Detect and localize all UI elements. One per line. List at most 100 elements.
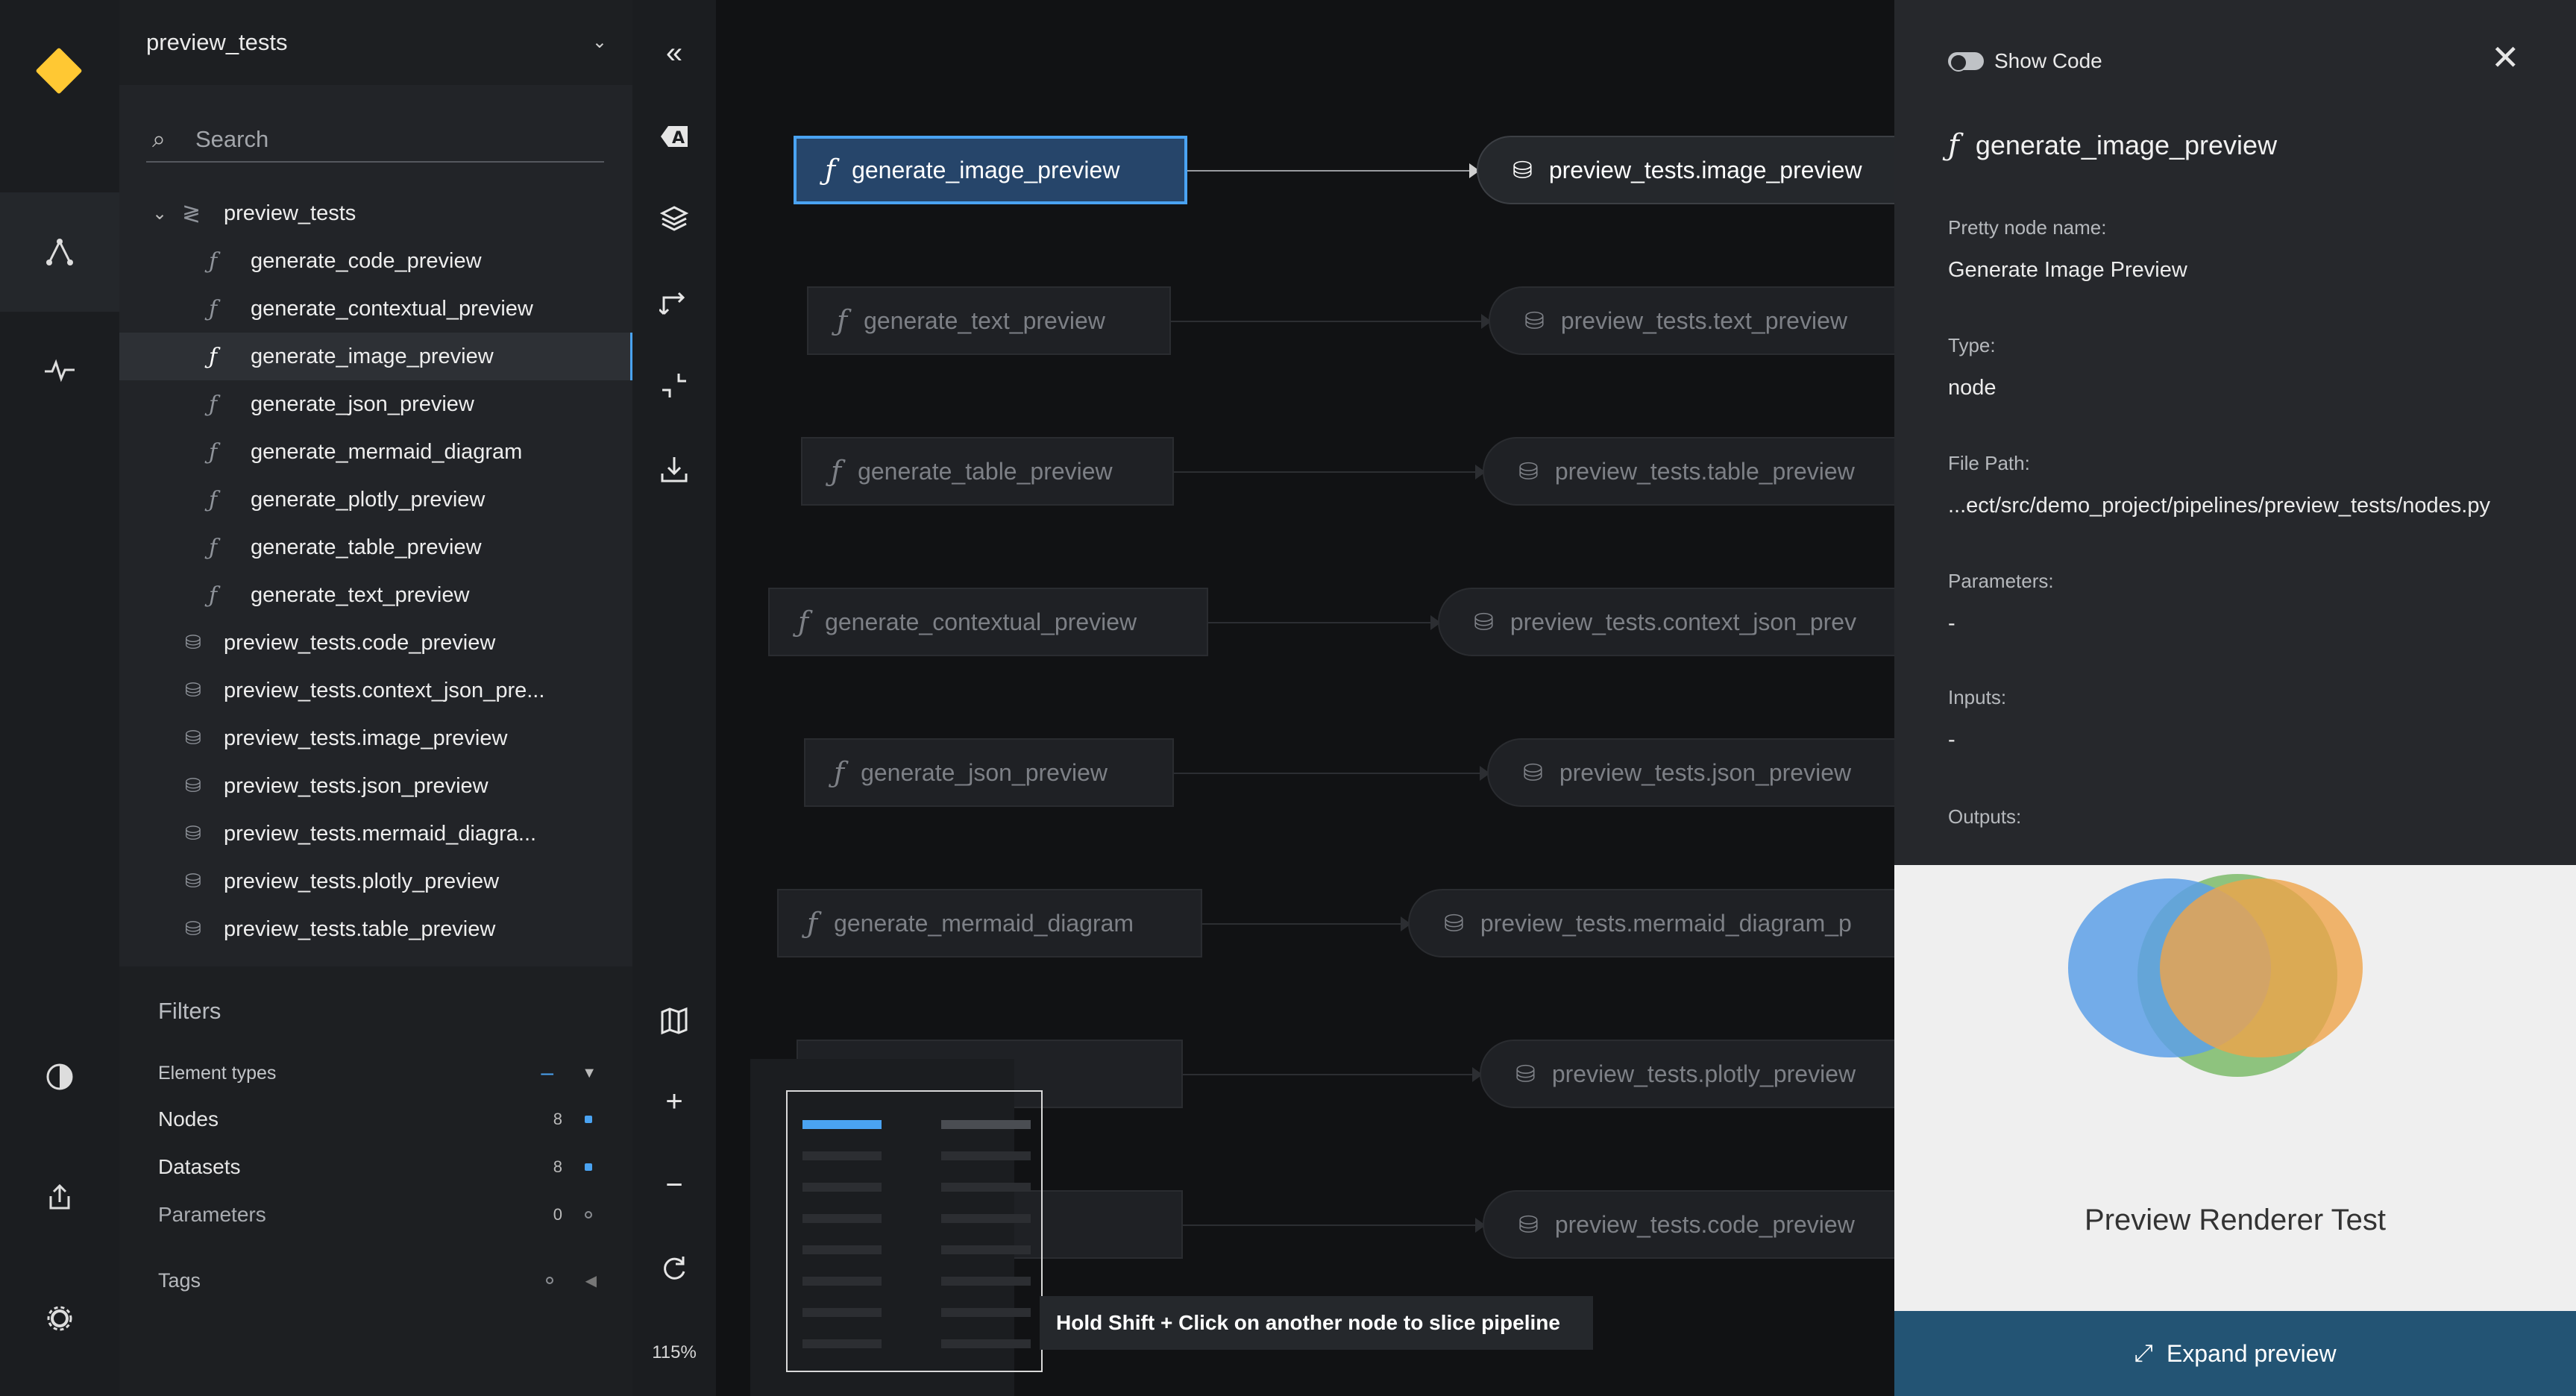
tree-item-dataset[interactable]: ⛁ preview_tests.json_preview — [119, 762, 632, 810]
layers-icon[interactable] — [632, 185, 716, 252]
database-icon: ⛁ — [185, 823, 201, 845]
file-path-label: File Path: — [1948, 452, 2030, 474]
minimap[interactable] — [750, 1059, 1043, 1396]
inputs-label: Inputs: — [1948, 686, 2007, 708]
zoom-out-icon[interactable]: − — [632, 1151, 716, 1219]
chevron-down-icon: ⌄ — [591, 32, 607, 52]
tree-item-dataset[interactable]: ⛁ preview_tests.image_preview — [119, 714, 632, 762]
flowchart-icon[interactable] — [0, 192, 119, 312]
function-node[interactable]: ƒ generate_text_preview — [807, 286, 1171, 355]
function-icon: ƒ — [798, 606, 809, 638]
pretty-name-label: Pretty node name: — [1948, 216, 2107, 239]
dataset-node[interactable]: ⛁ preview_tests.table_preview — [1483, 437, 1894, 506]
filter-datasets-checkbox[interactable] — [585, 1163, 592, 1171]
map-icon-svg — [661, 1007, 688, 1035]
function-node[interactable]: ƒ generate_image_preview — [794, 136, 1187, 204]
dataset-node[interactable]: ⛁ preview_tests.plotly_preview — [1480, 1040, 1894, 1108]
dataset-node[interactable]: ⛁ preview_tests.json_preview — [1487, 738, 1894, 807]
sidebar: preview_tests ⌄ ⌕ ⌄≷preview_testsƒgenera… — [119, 0, 632, 1396]
tree-item-function[interactable]: ƒ generate_text_preview — [119, 571, 632, 619]
tree-item-dataset[interactable]: ⛁ preview_tests.mermaid_diagra... — [119, 810, 632, 858]
reset-zoom-icon[interactable] — [632, 1235, 716, 1302]
download-icon[interactable] — [632, 436, 716, 503]
collapse-caret-icon: ▼ — [582, 1064, 597, 1081]
tree-root[interactable]: ⌄ ≷ preview_tests — [119, 189, 632, 237]
search-input[interactable] — [195, 126, 583, 153]
export-icon[interactable] — [0, 1138, 119, 1257]
minimap-dataset-bar — [941, 1245, 1031, 1254]
tree-item-function[interactable]: ƒ generate_contextual_preview — [119, 285, 632, 333]
panel-title: ƒ generate_image_preview — [1948, 128, 2277, 163]
element-types-label: Element types — [158, 1062, 277, 1084]
collapse-sidebar-icon[interactable]: « — [632, 19, 716, 87]
filter-nodes-checkbox[interactable] — [585, 1116, 592, 1123]
dataset-node[interactable]: ⛁ preview_tests.mermaid_diagram_p — [1408, 889, 1894, 958]
show-code-label: Show Code — [1994, 49, 2102, 72]
tree-root-label: preview_tests — [224, 201, 356, 225]
zoom-level: 115% — [652, 1342, 697, 1362]
filter-parameters-checkbox[interactable] — [585, 1211, 592, 1219]
function-node[interactable]: ƒ generate_json_preview — [804, 738, 1174, 807]
dataset-node[interactable]: ⛁ preview_tests.image_preview — [1477, 136, 1894, 204]
tree-item-dataset[interactable]: ⛁ preview_tests.code_preview — [119, 619, 632, 667]
tree-item-label: generate_table_preview — [251, 535, 482, 559]
tree-item-dataset[interactable]: ⛁ preview_tests.table_preview — [119, 905, 632, 953]
element-types-header[interactable]: Element types – ▼ — [158, 1054, 606, 1092]
tags-checkbox[interactable] — [546, 1277, 553, 1284]
minimap-toggle-icon[interactable] — [632, 987, 716, 1054]
filter-datasets-label: Datasets — [158, 1155, 241, 1178]
function-node[interactable]: ƒ generate_mermaid_diagram — [777, 889, 1202, 958]
expand-preview-button[interactable]: ⤢ Expand preview — [1894, 1311, 2576, 1396]
collapse-icon-svg — [662, 374, 686, 397]
minimap-viewport[interactable] — [786, 1090, 1043, 1372]
tree-item-function[interactable]: ƒ generate_code_preview — [119, 237, 632, 285]
function-node[interactable]: ƒ generate_table_preview — [801, 437, 1174, 506]
function-icon: ƒ — [209, 582, 218, 609]
chevron-down-icon[interactable]: ⌄ — [152, 203, 167, 224]
function-icon: ƒ — [209, 248, 218, 274]
edge — [1183, 1218, 1486, 1233]
function-node[interactable]: ƒ generate_contextual_preview — [768, 588, 1208, 656]
tree-item-function[interactable]: ƒ generate_table_preview — [119, 524, 632, 571]
tree-item-dataset[interactable]: ⛁ preview_tests.context_json_pre... — [119, 667, 632, 714]
database-icon: ⛁ — [1474, 608, 1494, 636]
collapse-pipelines-icon[interactable] — [632, 352, 716, 419]
database-icon: ⛁ — [185, 679, 201, 702]
dataset-node[interactable]: ⛁ preview_tests.text_preview — [1489, 286, 1894, 355]
settings-icon[interactable] — [0, 1259, 119, 1378]
dataset-node-label: preview_tests.mermaid_diagram_p — [1480, 909, 1852, 937]
theme-toggle-icon[interactable] — [0, 1017, 119, 1136]
minimap-function-bar — [802, 1308, 882, 1317]
edge — [1187, 163, 1480, 178]
dataset-node[interactable]: ⛁ preview_tests.code_preview — [1483, 1190, 1894, 1259]
minimap-dataset-bar — [941, 1339, 1031, 1348]
tree-item-function[interactable]: ƒ generate_mermaid_diagram — [119, 428, 632, 476]
layers-icon-svg — [660, 206, 688, 231]
experiment-tracking-icon[interactable] — [0, 310, 119, 430]
show-code-toggle[interactable] — [1948, 52, 1984, 72]
filter-nodes-label: Nodes — [158, 1107, 219, 1131]
tree-item-label: preview_tests.table_preview — [224, 916, 496, 941]
tree-item-dataset[interactable]: ⛁ preview_tests.plotly_preview — [119, 858, 632, 905]
tree-item-function[interactable]: ƒ generate_plotly_preview — [119, 476, 632, 524]
preview-caption: Preview Renderer Test — [2085, 1204, 2386, 1236]
tree-item-function[interactable]: ƒ generate_json_preview — [119, 380, 632, 428]
filter-parameters-count: 0 — [553, 1205, 562, 1224]
zoom-in-icon[interactable]: + — [632, 1068, 716, 1135]
dataset-node[interactable]: ⛁ preview_tests.context_json_prev — [1438, 588, 1894, 656]
dataset-node-label: preview_tests.image_preview — [1548, 156, 1862, 183]
project-selector[interactable]: preview_tests ⌄ — [119, 0, 632, 85]
labels-toggle-icon[interactable]: A — [632, 103, 716, 170]
tags-header[interactable]: Tags ◀ — [158, 1262, 606, 1299]
orientation-icon[interactable] — [632, 268, 716, 336]
database-icon: ⛁ — [185, 870, 201, 893]
pipeline-canvas[interactable]: ƒ generate_image_preview ⛁ preview_tests.im… — [716, 0, 1894, 1396]
database-icon: ⛁ — [1515, 1060, 1536, 1088]
filter-nodes[interactable]: Nodes 8 — [158, 1101, 606, 1138]
tree-item-function[interactable]: ƒ generate_image_preview — [119, 333, 632, 380]
filter-parameters[interactable]: Parameters 0 — [158, 1196, 606, 1233]
tags-label: Tags — [158, 1268, 201, 1292]
database-icon: ⛁ — [185, 632, 201, 654]
close-icon[interactable]: ✕ — [2491, 40, 2520, 75]
filter-datasets[interactable]: Datasets 8 — [158, 1148, 606, 1186]
